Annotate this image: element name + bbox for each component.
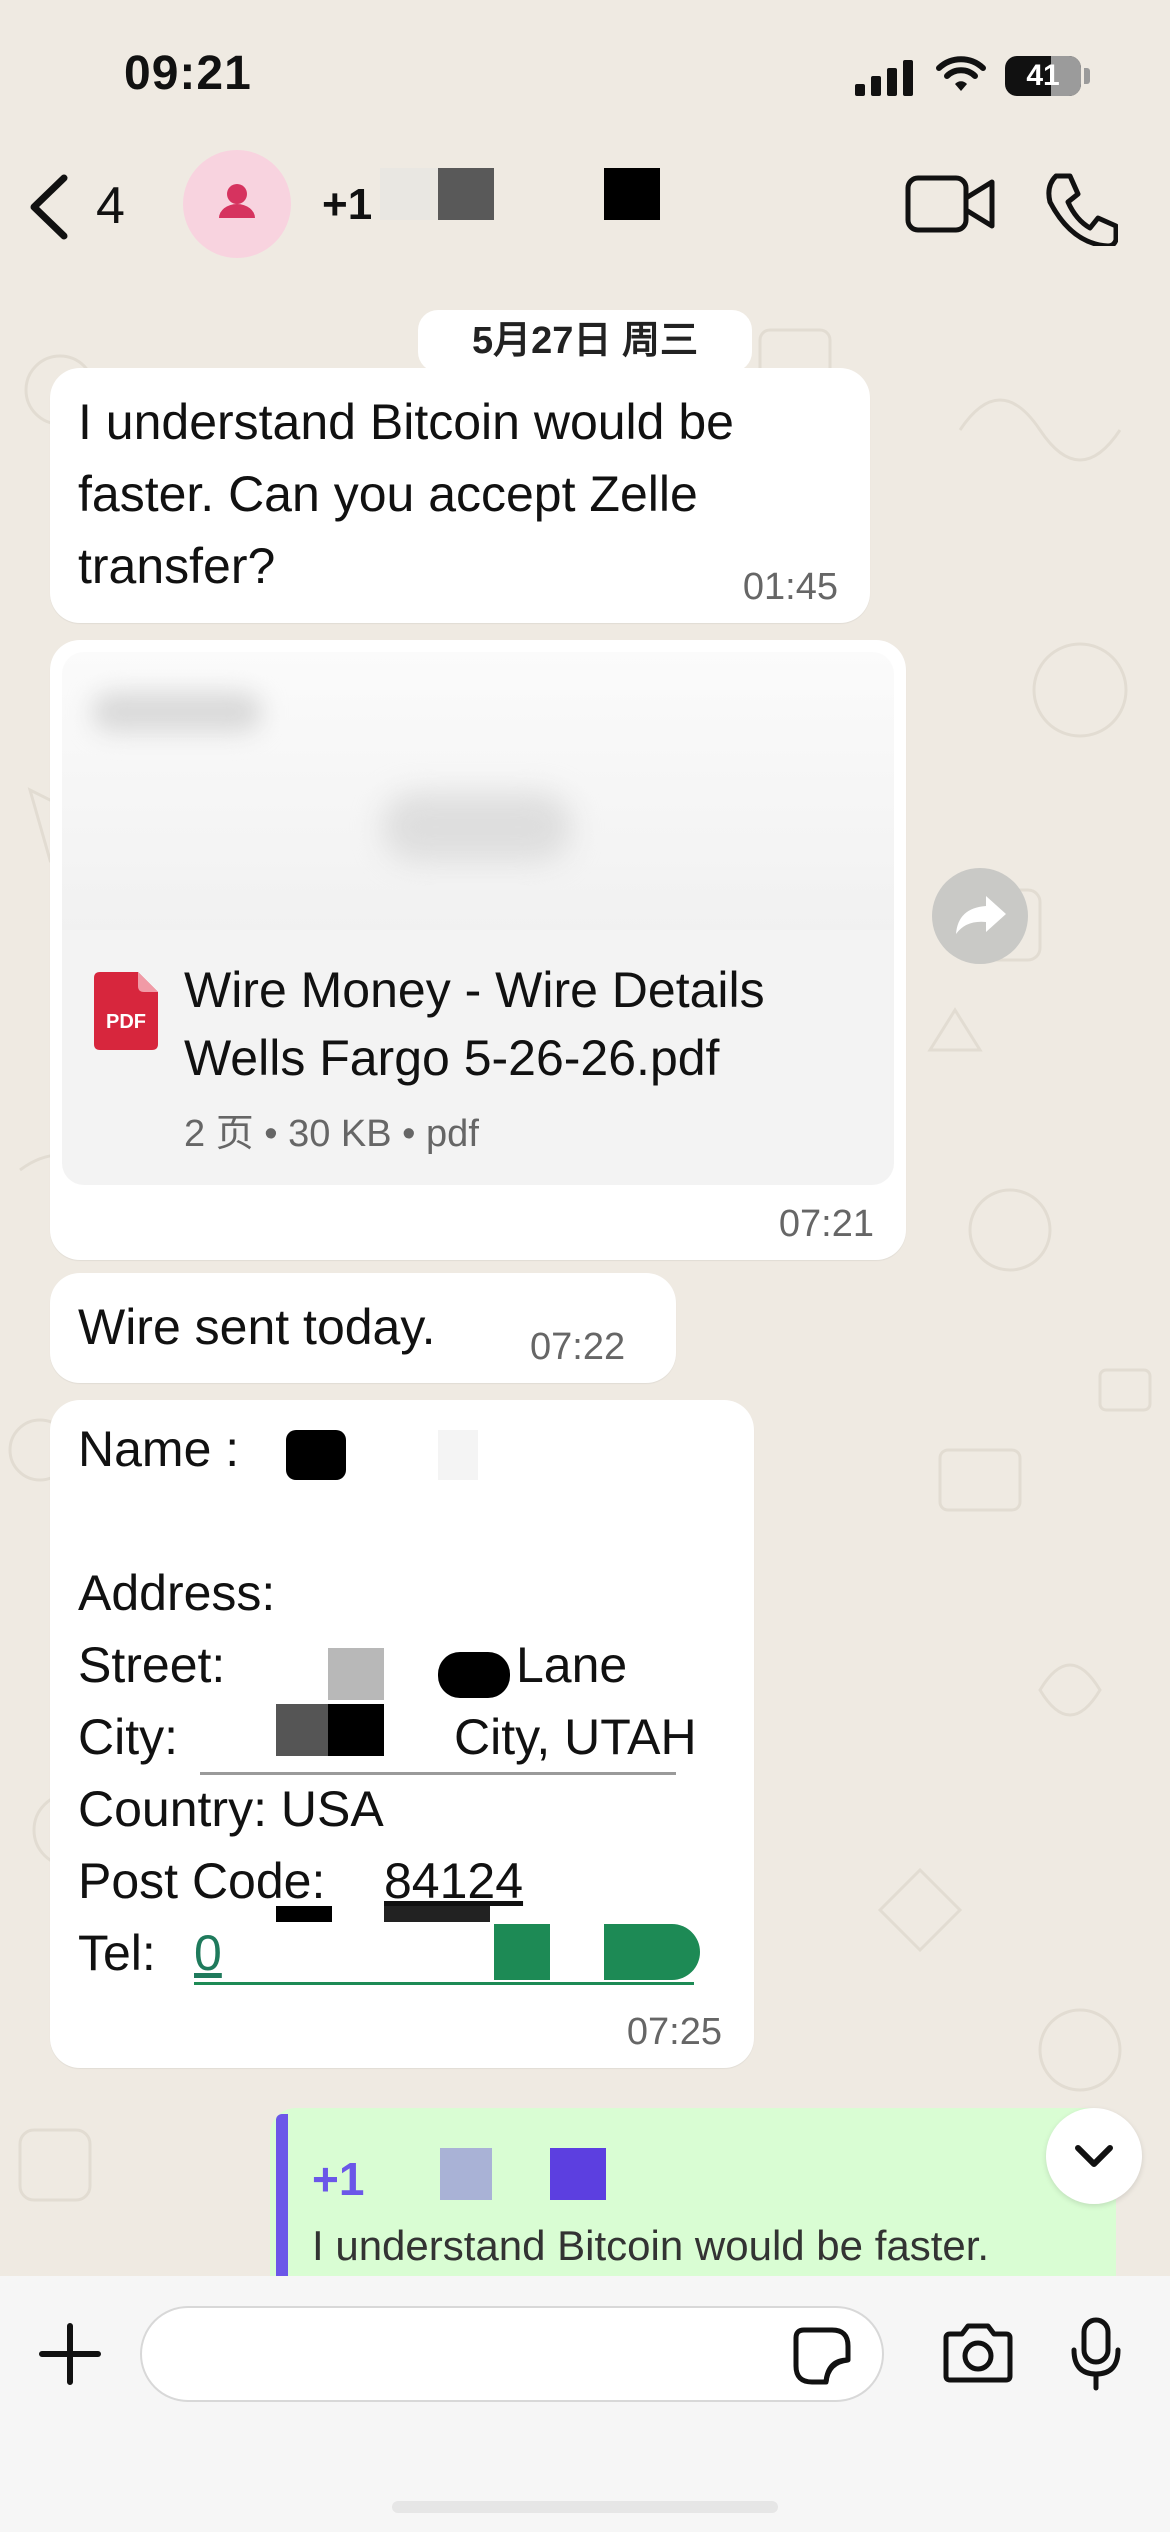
status-bar: 09:21 41 <box>0 0 1170 150</box>
composer-bar <box>0 2276 1170 2532</box>
tel-label: Tel: <box>78 1925 156 1981</box>
cellular-signal-icon <box>855 60 913 96</box>
back-chevron-icon[interactable] <box>24 172 74 242</box>
redaction-block <box>550 2148 606 2200</box>
home-indicator <box>392 2501 778 2513</box>
battery-level: 41 <box>1026 59 1060 92</box>
redaction-block <box>494 1924 550 1980</box>
document-message[interactable]: PDF Wire Money - Wire Details Wells Farg… <box>50 640 906 1260</box>
message-text: Wire sent today. <box>78 1299 436 1355</box>
microphone-icon[interactable] <box>1068 2316 1124 2392</box>
pdf-badge: PDF <box>106 1011 146 1033</box>
reply-sender: +1 <box>312 2153 365 2205</box>
forward-icon <box>956 896 1006 934</box>
message-bubble-incoming[interactable]: I understand Bitcoin would be faster. Ca… <box>50 368 870 623</box>
avatar[interactable] <box>183 150 291 258</box>
underline <box>200 1772 676 1775</box>
message-time: 07:22 <box>530 1326 626 1368</box>
name-label: Name : <box>78 1421 240 1477</box>
redaction-block <box>328 1704 384 1756</box>
city-suffix: City, UTAH <box>454 1709 697 1765</box>
video-call-icon[interactable] <box>904 172 996 236</box>
status-time: 09:21 <box>124 47 252 100</box>
redaction-block <box>276 1704 332 1756</box>
wifi-icon <box>936 56 986 91</box>
post-code-value: 84124 <box>384 1853 524 1909</box>
post-code-label: Post Code: <box>78 1853 326 1909</box>
unread-count[interactable]: 4 <box>96 176 125 236</box>
redaction-block <box>328 1648 384 1700</box>
plus-icon[interactable] <box>38 2322 102 2386</box>
forward-button[interactable] <box>932 868 1028 964</box>
underline <box>194 1982 694 1985</box>
city-label: City: <box>78 1709 178 1765</box>
redaction-block <box>604 168 660 220</box>
document-card[interactable]: PDF Wire Money - Wire Details Wells Farg… <box>62 930 894 1185</box>
street-label: Street: <box>78 1637 226 1693</box>
phone-call-icon[interactable] <box>1042 170 1118 246</box>
chat-header: 4 +1 <box>0 150 1170 270</box>
reply-text: I understand Bitcoin would be faster. <box>312 2222 990 2269</box>
message-text: I understand Bitcoin would be faster. Ca… <box>78 394 734 594</box>
redaction-block <box>440 2148 492 2200</box>
sticker-icon[interactable] <box>792 2326 852 2386</box>
camera-icon[interactable] <box>940 2322 1016 2386</box>
redaction-block <box>604 1924 700 1980</box>
redaction-block <box>384 1906 490 1922</box>
country-line: Country: USA <box>78 1781 384 1837</box>
document-meta: 2 页 • 30 KB • pdf <box>184 1113 479 1155</box>
document-name: Wire Money - Wire Details Wells Fargo 5-… <box>184 962 765 1086</box>
address-label: Address: <box>78 1565 276 1621</box>
redaction-block <box>438 168 494 220</box>
message-bubble-incoming[interactable]: Name : Address: Street: Lane City: City,… <box>50 1400 754 2068</box>
redaction-block <box>286 1430 346 1480</box>
redaction-block <box>438 1430 478 1480</box>
scroll-down-button[interactable] <box>1046 2108 1142 2204</box>
message-time: 01:45 <box>742 566 838 608</box>
battery-icon: 41 <box>1005 56 1081 96</box>
message-input[interactable] <box>140 2306 884 2402</box>
pdf-file-icon: PDF <box>94 972 158 1050</box>
message-time: 07:21 <box>778 1203 874 1245</box>
redaction-block <box>276 1906 332 1922</box>
chevron-down-icon <box>1075 2145 1113 2167</box>
contact-name[interactable]: +1 <box>322 180 372 230</box>
person-icon <box>219 184 255 218</box>
street-suffix: Lane <box>516 1637 628 1693</box>
message-time: 07:25 <box>626 2011 722 2053</box>
redaction-block <box>438 1652 510 1698</box>
document-preview[interactable] <box>62 652 894 932</box>
tel-link[interactable]: 0 <box>194 1924 222 1982</box>
message-bubble-incoming[interactable]: Wire sent today. 07:22 <box>50 1273 676 1383</box>
date-chip: 5月27日 周三 <box>418 310 752 372</box>
